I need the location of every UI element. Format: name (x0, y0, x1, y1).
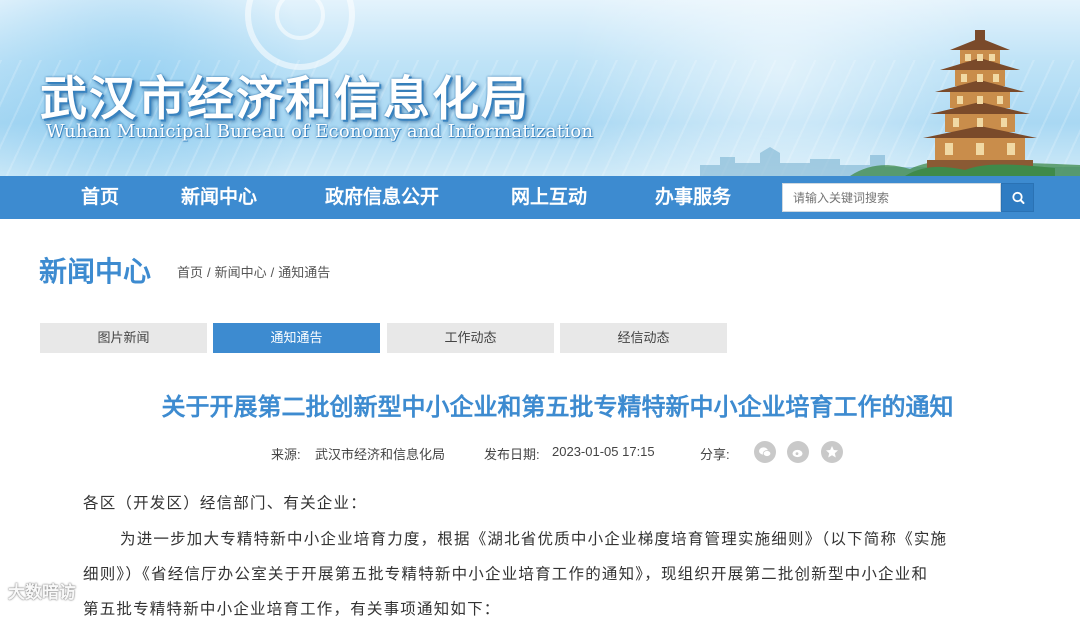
tab-photo-news[interactable]: 图片新闻 (40, 323, 207, 353)
nav-item-services[interactable]: 办事服务 (655, 176, 731, 219)
share-weibo-button[interactable] (787, 441, 809, 463)
body-line: 第五批专精特新中小企业培育工作，有关事项通知如下： (83, 600, 501, 618)
site-subtitle: Wuhan Municipal Bureau of Economy and In… (46, 121, 594, 142)
star-icon (826, 446, 838, 458)
site-title: 武汉市经济和信息化局 (40, 72, 530, 127)
article-title: 关于开展第二批创新型中小企业和第五批专精特新中小企业培育工作的通知 (161, 393, 954, 421)
source-value: 武汉市经济和信息化局 (315, 447, 446, 462)
search-input[interactable] (782, 183, 1001, 212)
nav-item-gov-info[interactable]: 政府信息公开 (325, 176, 439, 219)
share-wechat-button[interactable] (754, 441, 776, 463)
wechat-icon (759, 447, 772, 457)
watermark: 大数暗访 (8, 583, 76, 603)
tab-notices[interactable]: 通知通告 (213, 323, 380, 353)
body-line: 细则》）《省经信厅办公室关于开展第五批专精特新中小企业培育工作的通知》，现组织开… (83, 565, 929, 583)
share-label: 分享: (700, 447, 730, 462)
nav-item-interaction[interactable]: 网上互动 (511, 176, 587, 219)
weibo-icon (792, 449, 803, 458)
source-label: 来源: (271, 447, 301, 462)
search-icon (1012, 191, 1025, 204)
favorite-button[interactable] (821, 441, 843, 463)
nav-item-news[interactable]: 新闻中心 (181, 176, 257, 219)
body-line: 为进一步加大专精特新中小企业培育力度，根据《湖北省优质中小企业梯度培育管理实施细… (120, 530, 948, 548)
date-value: 2023-01-05 17:15 (552, 444, 655, 459)
tab-work-updates[interactable]: 工作动态 (387, 323, 554, 353)
yellow-crane-tower-illustration (905, 30, 1055, 176)
search-button[interactable] (1001, 183, 1034, 212)
header-banner: 武汉市经济和信息化局 Wuhan Municipal Bureau of Eco… (0, 0, 1080, 176)
breadcrumb-current[interactable]: 通知通告 (278, 265, 330, 280)
nav-item-home[interactable]: 首页 (81, 176, 119, 219)
date-label: 发布日期: (484, 447, 540, 462)
breadcrumb-home[interactable]: 首页 (177, 265, 203, 280)
section-title: 新闻中心 (39, 255, 152, 288)
breadcrumb-news[interactable]: 新闻中心 (215, 265, 267, 280)
tab-econ-news[interactable]: 经信动态 (560, 323, 727, 353)
breadcrumb: 首页 / 新闻中心 / 通知通告 (177, 265, 331, 280)
body-line: 各区（开发区）经信部门、有关企业： (83, 494, 367, 512)
